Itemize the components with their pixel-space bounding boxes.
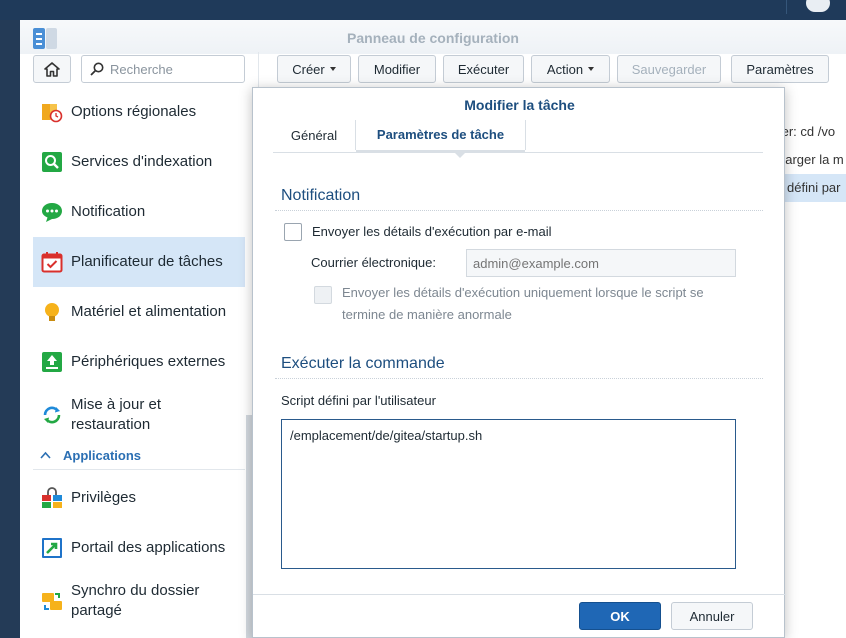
cancel-button[interactable]: Annuler	[671, 602, 753, 630]
task-list-row[interactable]: harger la m	[778, 152, 844, 167]
save-button-label: Sauvegarder	[631, 61, 707, 77]
section-divider	[275, 378, 763, 379]
create-button[interactable]: Créer	[277, 55, 351, 83]
sidebar-item-label: Notification	[71, 203, 146, 220]
modify-button[interactable]: Modifier	[358, 55, 436, 83]
sidebar-item-label: Périphériques externes	[71, 353, 226, 370]
task-scheduler-icon	[41, 252, 63, 273]
dialog-title: Modifier la tâche	[464, 97, 575, 113]
update-restore-icon	[43, 406, 61, 424]
sidebar-section-applications[interactable]: Applications	[38, 448, 245, 468]
section-divider	[33, 469, 245, 470]
sidebar-item-label: Portail des applications	[71, 539, 226, 556]
script-label: Script défini par l'utilisateur	[281, 393, 436, 408]
send-email-label: Envoyer les détails d'exécution par e-ma…	[312, 224, 552, 239]
tab-separator	[525, 120, 526, 150]
create-button-label: Créer	[292, 61, 325, 77]
dialog-tabs: Général Paramètres de tâche	[273, 118, 763, 158]
sidebar-item-label: Mise à jour et restauration	[71, 396, 162, 433]
taskbar-separator	[786, 0, 787, 14]
task-list-row[interactable]: ter: cd /vo	[778, 124, 835, 139]
modify-button-label: Modifier	[373, 61, 421, 77]
send-email-checkbox[interactable]	[284, 223, 302, 241]
ok-button[interactable]: OK	[579, 602, 661, 630]
action-button-label: Action	[546, 61, 584, 77]
sidebar-item-label: Synchro du dossier partagé	[71, 582, 200, 619]
sidebar-item-regional-options[interactable]: Options régionales	[33, 87, 245, 137]
settings-button[interactable]: Paramètres	[731, 55, 829, 83]
indexing-service-icon	[42, 152, 62, 172]
sidebar-item-label: Services d'indexation	[71, 153, 213, 170]
tab-general[interactable]: Général	[273, 118, 355, 152]
task-list-row-label: défini par	[787, 180, 841, 195]
active-tab-indicator	[454, 152, 466, 158]
window-title: Panneau de configuration	[347, 30, 519, 46]
regional-options-icon	[42, 104, 63, 123]
email-field[interactable]	[466, 249, 736, 277]
control-panel-window: Panneau de configuration Options régiona…	[20, 20, 846, 638]
sidebar-item-hardware-power[interactable]: Matériel et alimentation	[33, 287, 245, 337]
dialog-footer-divider	[253, 594, 786, 595]
script-textarea[interactable]: /emplacement/de/gitea/startup.sh	[281, 419, 736, 569]
window-titlebar: Panneau de configuration	[20, 20, 846, 54]
email-label: Courrier électronique:	[311, 255, 437, 270]
search-icon	[90, 62, 104, 76]
execute-button-label: Exécuter	[457, 61, 510, 77]
notification-icon	[42, 203, 62, 222]
sidebar-item-task-scheduler[interactable]: Planificateur de tâches	[33, 237, 245, 287]
section-divider	[275, 210, 763, 211]
sidebar-item-privileges[interactable]: Privilèges	[33, 473, 245, 523]
chat-icon[interactable]	[806, 0, 830, 12]
chevron-down-icon	[329, 67, 336, 71]
notification-section-title: Notification	[281, 187, 361, 204]
save-button[interactable]: Sauvegarder	[617, 55, 721, 83]
tab-task-settings[interactable]: Paramètres de tâche	[356, 118, 525, 152]
home-button[interactable]	[33, 55, 71, 83]
application-portal-icon	[42, 538, 62, 558]
external-devices-icon	[42, 352, 62, 372]
settings-button-label: Paramètres	[746, 61, 814, 77]
home-icon	[44, 61, 60, 77]
search-input[interactable]	[110, 60, 240, 78]
sidebar-item-shared-folder-sync[interactable]: Synchro du dossier partagé	[33, 573, 245, 629]
execute-button[interactable]: Exécuter	[443, 55, 524, 83]
sidebar-item-label: Options régionales	[71, 103, 197, 120]
chevron-down-icon	[588, 67, 595, 71]
sidebar-section-label: Applications	[63, 448, 142, 463]
action-button[interactable]: Action	[531, 55, 610, 83]
abnormal-only-label: Envoyer les détails d'exécution uniqueme…	[342, 285, 704, 322]
sidebar-item-label: Matériel et alimentation	[71, 303, 227, 320]
edit-task-dialog: Modifier la tâche Général Paramètres de …	[252, 87, 786, 638]
task-list-row-selected[interactable]: défini par	[775, 174, 846, 202]
hardware-power-icon	[45, 303, 59, 321]
desktop-top-bar	[0, 0, 846, 20]
search-field[interactable]	[81, 55, 245, 83]
shared-folder-sync-icon	[42, 593, 62, 610]
sidebar-item-indexing-service[interactable]: Services d'indexation	[33, 137, 245, 187]
chevron-up-icon	[40, 451, 51, 459]
command-section-title: Exécuter la commande	[281, 355, 445, 372]
sidebar-item-label: Privilèges	[71, 489, 137, 506]
sidebar-item-application-portal[interactable]: Portail des applications	[33, 523, 245, 573]
sidebar-item-update-restore[interactable]: Mise à jour et restauration	[33, 387, 245, 443]
sidebar-item-label: Planificateur de tâches	[71, 253, 223, 270]
abnormal-only-checkbox[interactable]	[314, 286, 332, 304]
sidebar-item-external-devices[interactable]: Périphériques externes	[33, 337, 245, 387]
privileges-icon	[42, 487, 62, 508]
sidebar-item-notification[interactable]: Notification	[33, 187, 245, 237]
